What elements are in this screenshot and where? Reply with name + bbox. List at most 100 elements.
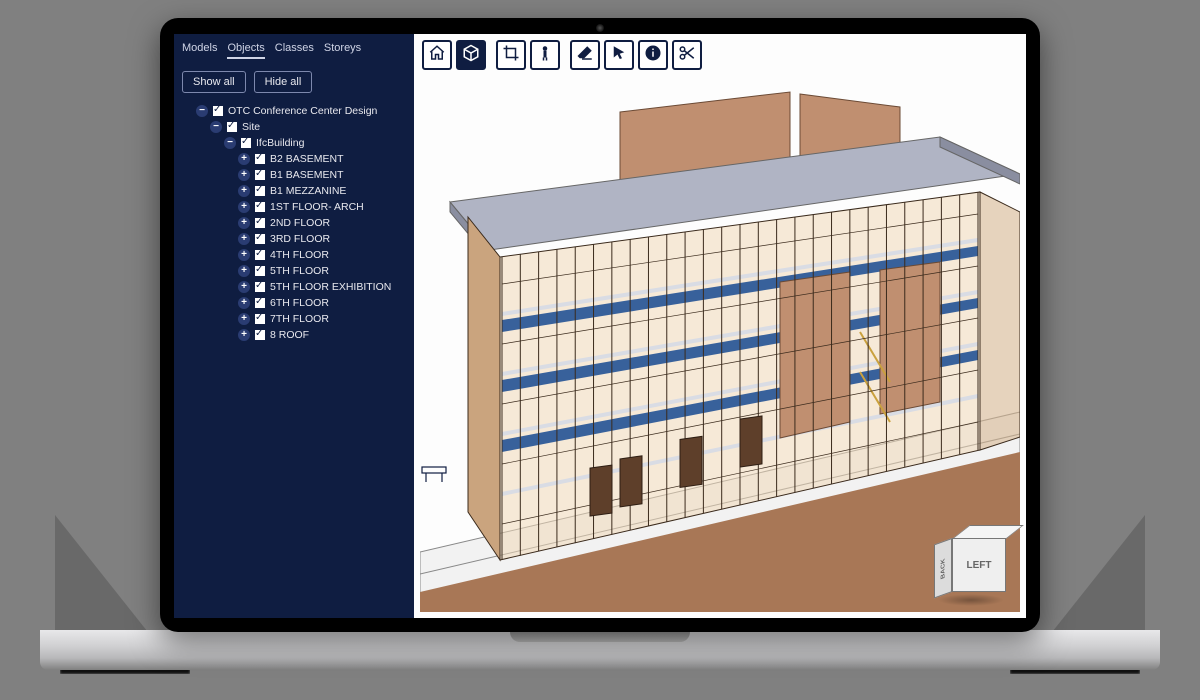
tree-node-storey[interactable]: +5TH FLOOR EXHIBITION bbox=[238, 279, 408, 295]
eraser-button[interactable] bbox=[570, 40, 600, 70]
collapse-icon[interactable]: − bbox=[210, 121, 222, 133]
toolbar-group bbox=[496, 40, 560, 70]
expand-icon[interactable]: + bbox=[238, 217, 250, 229]
camera-icon bbox=[596, 24, 604, 32]
tab-storeys[interactable]: Storeys bbox=[324, 42, 361, 59]
navcube-side-face[interactable]: BACK bbox=[934, 538, 952, 599]
info-icon bbox=[644, 44, 662, 67]
expand-icon[interactable]: + bbox=[238, 281, 250, 293]
scissors-icon bbox=[678, 44, 696, 67]
navcube-shadow bbox=[938, 594, 1004, 606]
3d-viewport[interactable]: BACK LEFT bbox=[414, 34, 1026, 618]
tree-checkbox[interactable] bbox=[255, 234, 265, 244]
visibility-buttons: Show all Hide all bbox=[182, 71, 408, 93]
tree-label: B2 BASEMENT bbox=[270, 153, 344, 165]
tree-node-site[interactable]: − Site bbox=[210, 119, 408, 135]
tree-node-storey[interactable]: +5TH FLOOR bbox=[238, 263, 408, 279]
expand-icon[interactable]: + bbox=[238, 297, 250, 309]
tree-node-storey[interactable]: +6TH FLOOR bbox=[238, 295, 408, 311]
laptop-screen-bezel: Models Objects Classes Storeys Show all Hid… bbox=[160, 18, 1040, 632]
tree-label: IfcBuilding bbox=[256, 137, 304, 149]
tree-checkbox[interactable] bbox=[255, 250, 265, 260]
laptop-base bbox=[40, 630, 1160, 670]
tree-checkbox[interactable] bbox=[255, 186, 265, 196]
tree-node-building[interactable]: − IfcBuilding bbox=[224, 135, 408, 151]
tree-node-storey[interactable]: +2ND FLOOR bbox=[238, 215, 408, 231]
cursor-button[interactable] bbox=[604, 40, 634, 70]
tab-objects[interactable]: Objects bbox=[227, 42, 264, 59]
tab-classes[interactable]: Classes bbox=[275, 42, 314, 59]
tree-checkbox[interactable] bbox=[255, 298, 265, 308]
object-tree: − OTC Conference Center Design − Site − … bbox=[180, 103, 408, 343]
tree-label: 4TH FLOOR bbox=[270, 249, 329, 261]
tree-node-storey[interactable]: + B1 MEZZANINE bbox=[238, 183, 408, 199]
tree-label: Site bbox=[242, 121, 260, 133]
tree-checkbox[interactable] bbox=[255, 314, 265, 324]
tree-checkbox[interactable] bbox=[255, 266, 265, 276]
expand-icon[interactable]: + bbox=[238, 153, 250, 165]
tree-node-storey[interactable]: +8 ROOF bbox=[238, 327, 408, 343]
sidebar: Models Objects Classes Storeys Show all Hid… bbox=[174, 34, 414, 618]
tree-node-storey[interactable]: +3RD FLOOR bbox=[238, 231, 408, 247]
facade-side bbox=[980, 192, 1020, 450]
tree-node-storey[interactable]: +4TH FLOOR bbox=[238, 247, 408, 263]
tree-node-storey[interactable]: +7TH FLOOR bbox=[238, 311, 408, 327]
show-all-button[interactable]: Show all bbox=[182, 71, 246, 93]
expand-icon[interactable]: + bbox=[238, 249, 250, 261]
toolbar-group bbox=[422, 40, 486, 70]
expand-icon[interactable]: + bbox=[238, 169, 250, 181]
tab-models[interactable]: Models bbox=[182, 42, 217, 59]
expand-icon[interactable]: + bbox=[238, 313, 250, 325]
home-icon bbox=[428, 44, 446, 67]
crop-icon bbox=[502, 44, 520, 67]
app-screen: Models Objects Classes Storeys Show all Hid… bbox=[174, 34, 1026, 618]
navcube-front-face[interactable]: LEFT bbox=[952, 538, 1006, 592]
tree-label: 3RD FLOOR bbox=[270, 233, 330, 245]
cursor-icon bbox=[610, 44, 628, 67]
person-button[interactable] bbox=[530, 40, 560, 70]
tree-checkbox[interactable] bbox=[255, 282, 265, 292]
tree-label: 5TH FLOOR bbox=[270, 265, 329, 277]
tree-checkbox[interactable] bbox=[241, 138, 251, 148]
tree-label: 7TH FLOOR bbox=[270, 313, 329, 325]
tree-label: B1 MEZZANINE bbox=[270, 185, 346, 197]
expand-icon[interactable]: + bbox=[238, 329, 250, 341]
tree-checkbox[interactable] bbox=[255, 170, 265, 180]
tree-label: 5TH FLOOR EXHIBITION bbox=[270, 281, 391, 293]
hide-all-button[interactable]: Hide all bbox=[254, 71, 313, 93]
tree-label: 2ND FLOOR bbox=[270, 217, 330, 229]
tree-node-storey[interactable]: + B1 BASEMENT bbox=[238, 167, 408, 183]
collapse-icon[interactable]: − bbox=[196, 105, 208, 117]
expand-icon[interactable]: + bbox=[238, 201, 250, 213]
eraser-icon bbox=[576, 44, 594, 67]
toolbar bbox=[422, 40, 702, 70]
tree-checkbox[interactable] bbox=[255, 218, 265, 228]
tree-label: 6TH FLOOR bbox=[270, 297, 329, 309]
bench-shape bbox=[422, 467, 446, 482]
crop-button[interactable] bbox=[496, 40, 526, 70]
tree-node-root[interactable]: − OTC Conference Center Design bbox=[196, 103, 408, 119]
tree-label: B1 BASEMENT bbox=[270, 169, 344, 181]
tree-checkbox[interactable] bbox=[255, 154, 265, 164]
tree-label: OTC Conference Center Design bbox=[228, 105, 377, 117]
toolbar-group bbox=[570, 40, 702, 70]
building-illustration bbox=[420, 82, 1020, 612]
tree-checkbox[interactable] bbox=[255, 330, 265, 340]
cube-icon bbox=[462, 44, 480, 67]
scissors-button[interactable] bbox=[672, 40, 702, 70]
expand-icon[interactable]: + bbox=[238, 185, 250, 197]
expand-icon[interactable]: + bbox=[238, 265, 250, 277]
tree-node-storey[interactable]: +1ST FLOOR- ARCH bbox=[238, 199, 408, 215]
info-button[interactable] bbox=[638, 40, 668, 70]
tree-checkbox[interactable] bbox=[255, 202, 265, 212]
tree-checkbox[interactable] bbox=[213, 106, 223, 116]
person-icon bbox=[536, 44, 554, 67]
tree-node-storey[interactable]: + B2 BASEMENT bbox=[238, 151, 408, 167]
tree-checkbox[interactable] bbox=[227, 122, 237, 132]
sidebar-tabs: Models Objects Classes Storeys bbox=[180, 40, 408, 65]
navigation-cube[interactable]: BACK LEFT bbox=[934, 526, 1008, 600]
cube-button[interactable] bbox=[456, 40, 486, 70]
expand-icon[interactable]: + bbox=[238, 233, 250, 245]
home-button[interactable] bbox=[422, 40, 452, 70]
collapse-icon[interactable]: − bbox=[224, 137, 236, 149]
